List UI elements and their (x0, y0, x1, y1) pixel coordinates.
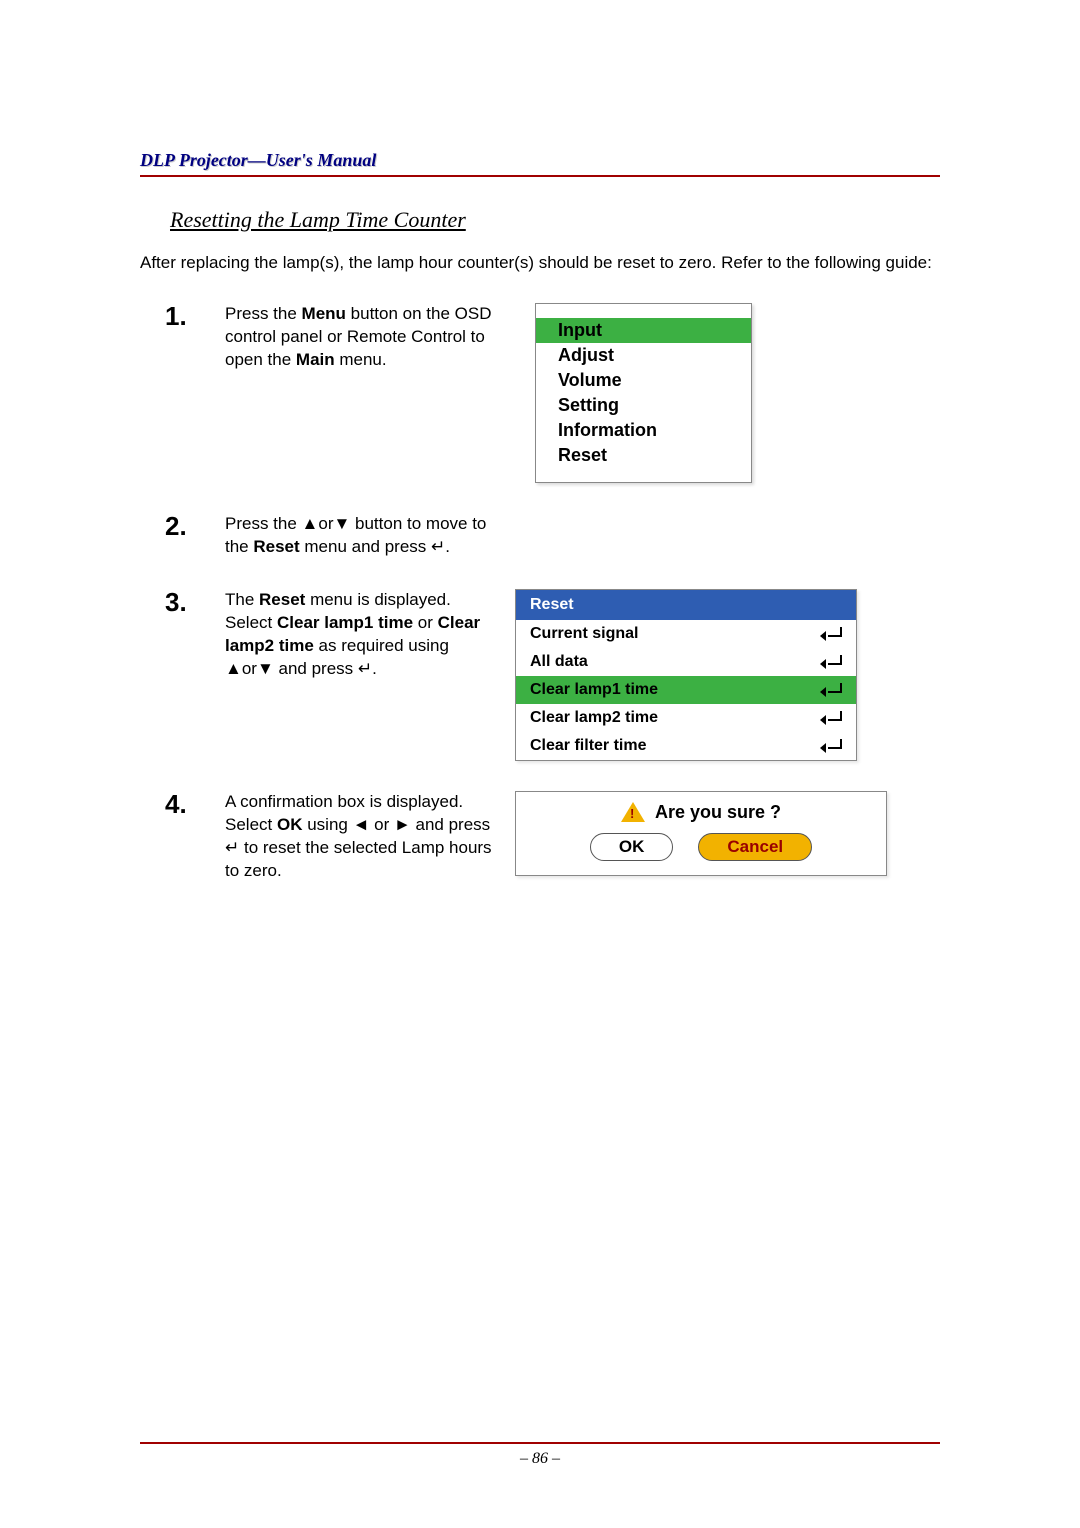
main-menu-item[interactable]: Information (536, 418, 751, 443)
step-4-row: 4. A confirmation box is displayed. Sele… (140, 791, 940, 883)
manual-page: DLP Projector—User's Manual Resetting th… (0, 0, 1080, 1528)
enter-icon (824, 655, 842, 669)
cancel-button[interactable]: Cancel (698, 833, 812, 861)
step-number: 4. (140, 791, 225, 817)
reset-menu-item[interactable]: All data (516, 648, 856, 676)
main-menu-item[interactable]: Setting (536, 393, 751, 418)
main-menu-item[interactable]: Reset (536, 443, 751, 468)
main-menu-item[interactable]: Adjust (536, 343, 751, 368)
main-menu-item[interactable]: Input (536, 318, 751, 343)
step-3-text: The Reset menu is displayed. Select Clea… (225, 589, 495, 681)
enter-icon (824, 711, 842, 725)
step-4-text: A confirmation box is displayed. Select … (225, 791, 495, 883)
reset-menu-title: Reset (516, 590, 856, 620)
osd-main-menu: InputAdjustVolumeSettingInformationReset (535, 303, 752, 483)
enter-icon (824, 739, 842, 753)
reset-item-label: Clear lamp1 time (530, 681, 658, 699)
confirm-dialog: Are you sure ? OK Cancel (515, 791, 887, 876)
step-number: 2. (140, 513, 225, 539)
confirm-question-row: Are you sure ? (536, 802, 866, 823)
warning-icon (621, 802, 645, 822)
main-menu-figure: InputAdjustVolumeSettingInformationReset (515, 303, 940, 483)
step-2-row: 2. Press the ▲or▼ button to move to the … (140, 513, 940, 559)
step-number: 1. (140, 303, 225, 329)
osd-reset-menu: Reset Current signal All data Clear lamp1 … (515, 589, 857, 761)
step-number: 3. (140, 589, 225, 615)
page-number: – 86 – (520, 1450, 560, 1467)
step-3-row: 3. The Reset menu is displayed. Select C… (140, 589, 940, 761)
page-footer: – 86 – (140, 1442, 940, 1468)
page-header: DLP Projector—User's Manual (140, 150, 940, 177)
reset-item-label: Clear filter time (530, 737, 646, 755)
step-2-text: Press the ▲or▼ button to move to the Res… (225, 513, 495, 559)
reset-menu-figure: Reset Current signal All data Clear lamp1 … (515, 589, 940, 761)
confirm-figure: Are you sure ? OK Cancel (515, 791, 940, 876)
enter-icon (824, 627, 842, 641)
reset-item-label: Current signal (530, 625, 638, 643)
reset-menu-item[interactable]: Clear lamp2 time (516, 704, 856, 732)
step-1-row: 1. Press the Menu button on the OSD cont… (140, 303, 940, 483)
section-title: Resetting the Lamp Time Counter (170, 207, 940, 233)
confirm-buttons: OK Cancel (536, 833, 866, 861)
reset-menu-item[interactable]: Current signal (516, 620, 856, 648)
step-1-text: Press the Menu button on the OSD control… (225, 303, 495, 372)
reset-item-label: Clear lamp2 time (530, 709, 658, 727)
reset-menu-rows: Current signal All data Clear lamp1 time Cl… (516, 620, 856, 760)
reset-item-label: All data (530, 653, 588, 671)
confirm-question-text: Are you sure ? (655, 802, 781, 823)
reset-menu-item[interactable]: Clear lamp1 time (516, 676, 856, 704)
ok-button[interactable]: OK (590, 833, 674, 861)
reset-menu-item[interactable]: Clear filter time (516, 732, 856, 760)
enter-icon (824, 683, 842, 697)
main-menu-item[interactable]: Volume (536, 368, 751, 393)
intro-text: After replacing the lamp(s), the lamp ho… (140, 253, 940, 273)
